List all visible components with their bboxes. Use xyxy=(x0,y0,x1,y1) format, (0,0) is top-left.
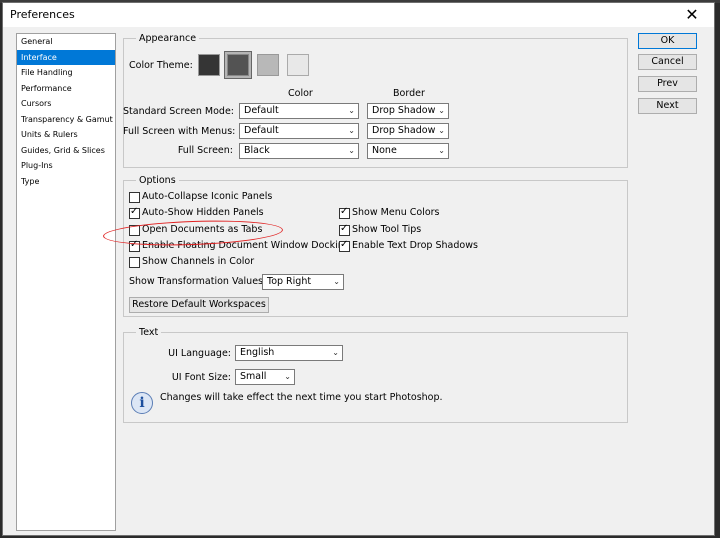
title-bar: Preferences ✕ xyxy=(3,3,714,27)
chevron-down-icon: ⌄ xyxy=(438,146,445,155)
full-screen-border-select[interactable]: None ⌄ xyxy=(367,143,449,159)
checkmark-icon: ✓ xyxy=(130,239,139,250)
cancel-button[interactable]: Cancel xyxy=(638,54,697,70)
transformation-values-select[interactable]: Top Right ⌄ xyxy=(262,274,344,290)
info-icon: i xyxy=(131,392,153,414)
show-menu-colors-checkbox[interactable]: ✓ xyxy=(339,206,350,219)
theme-swatch-light[interactable] xyxy=(257,54,279,76)
auto-collapse-label: Auto-Collapse Iconic Panels xyxy=(142,191,273,202)
theme-swatch-dark[interactable] xyxy=(227,54,249,76)
sidebar-item-file-handling[interactable]: File Handling xyxy=(17,65,115,81)
sidebar-item-units-rulers[interactable]: Units & Rulers xyxy=(17,127,115,143)
chevron-down-icon: ⌄ xyxy=(333,277,340,286)
checkmark-icon: ✓ xyxy=(340,223,349,234)
sidebar-item-transparency-gamut[interactable]: Transparency & Gamut xyxy=(17,112,115,128)
ui-language-select[interactable]: English ⌄ xyxy=(235,345,343,361)
standard-screen-border-select[interactable]: Drop Shadow ⌄ xyxy=(367,103,449,119)
restart-notice-text: Changes will take effect the next time y… xyxy=(160,392,443,403)
ui-font-size-select[interactable]: Small ⌄ xyxy=(235,369,295,385)
open-documents-tabs-label: Open Documents as Tabs xyxy=(142,224,263,235)
category-list: General Interface File Handling Performa… xyxy=(16,33,116,531)
checkmark-icon: ✓ xyxy=(340,239,349,250)
theme-swatch-lightest[interactable] xyxy=(287,54,309,76)
auto-collapse-checkbox[interactable] xyxy=(129,192,140,203)
checkmark-icon: ✓ xyxy=(130,206,139,217)
options-legend: Options xyxy=(139,175,176,186)
full-screen-label: Full Screen: xyxy=(177,145,233,156)
chevron-down-icon: ⌄ xyxy=(348,126,355,135)
color-column-header: Color xyxy=(288,88,313,99)
open-documents-tabs-checkbox[interactable] xyxy=(129,225,140,236)
sidebar-item-plug-ins[interactable]: Plug-Ins xyxy=(17,158,115,174)
ok-button[interactable]: OK xyxy=(638,33,697,49)
chevron-down-icon: ⌄ xyxy=(438,106,445,115)
text-drop-shadows-label: Enable Text Drop Shadows xyxy=(352,240,478,251)
sidebar-item-guides-grid-slices[interactable]: Guides, Grid & Slices xyxy=(17,143,115,159)
show-menu-colors-label: Show Menu Colors xyxy=(352,207,440,218)
appearance-legend: Appearance xyxy=(139,33,197,44)
show-channels-color-checkbox[interactable] xyxy=(129,257,140,268)
chevron-down-icon: ⌄ xyxy=(332,348,339,357)
auto-show-hidden-label: Auto-Show Hidden Panels xyxy=(142,207,264,218)
standard-screen-mode-label: Standard Screen Mode: xyxy=(123,106,235,117)
ui-font-size-label: UI Font Size: xyxy=(171,372,231,383)
full-screen-menus-border-select[interactable]: Drop Shadow ⌄ xyxy=(367,123,449,139)
show-tool-tips-checkbox[interactable]: ✓ xyxy=(339,223,350,236)
text-drop-shadows-checkbox[interactable]: ✓ xyxy=(339,239,350,252)
border-column-header: Border xyxy=(393,88,425,99)
sidebar-item-cursors[interactable]: Cursors xyxy=(17,96,115,112)
chevron-down-icon: ⌄ xyxy=(348,106,355,115)
chevron-down-icon: ⌄ xyxy=(438,126,445,135)
close-icon[interactable]: ✕ xyxy=(684,5,700,24)
next-button[interactable]: Next xyxy=(638,98,697,114)
restore-default-workspaces-button[interactable]: Restore Default Workspaces xyxy=(129,297,269,313)
full-screen-menus-label: Full Screen with Menus: xyxy=(123,126,236,137)
chevron-down-icon: ⌄ xyxy=(348,146,355,155)
ui-language-label: UI Language: xyxy=(168,348,231,359)
show-channels-color-label: Show Channels in Color xyxy=(142,256,255,267)
theme-swatch-darkest[interactable] xyxy=(198,54,220,76)
checkmark-icon: ✓ xyxy=(340,206,349,217)
transformation-values-label: Show Transformation Values: xyxy=(129,276,267,287)
full-screen-menus-color-select[interactable]: Default ⌄ xyxy=(239,123,359,139)
auto-show-hidden-checkbox[interactable]: ✓ xyxy=(129,206,140,219)
dialog-title: Preferences xyxy=(10,8,75,21)
sidebar-item-type[interactable]: Type xyxy=(17,174,115,190)
text-legend: Text xyxy=(139,327,159,338)
sidebar-item-general[interactable]: General xyxy=(17,34,115,50)
floating-docking-checkbox[interactable]: ✓ xyxy=(129,239,140,252)
sidebar-item-interface[interactable]: Interface xyxy=(17,49,115,65)
color-theme-label: Color Theme: xyxy=(129,60,193,71)
prev-button[interactable]: Prev xyxy=(638,76,697,92)
chevron-down-icon: ⌄ xyxy=(284,372,291,381)
show-tool-tips-label: Show Tool Tips xyxy=(352,224,422,235)
sidebar-item-performance[interactable]: Performance xyxy=(17,81,115,97)
standard-screen-color-select[interactable]: Default ⌄ xyxy=(239,103,359,119)
preferences-dialog: Preferences ✕ General Interface File Han… xyxy=(2,2,715,536)
floating-docking-label: Enable Floating Document Window Docking xyxy=(142,240,350,251)
full-screen-color-select[interactable]: Black ⌄ xyxy=(239,143,359,159)
